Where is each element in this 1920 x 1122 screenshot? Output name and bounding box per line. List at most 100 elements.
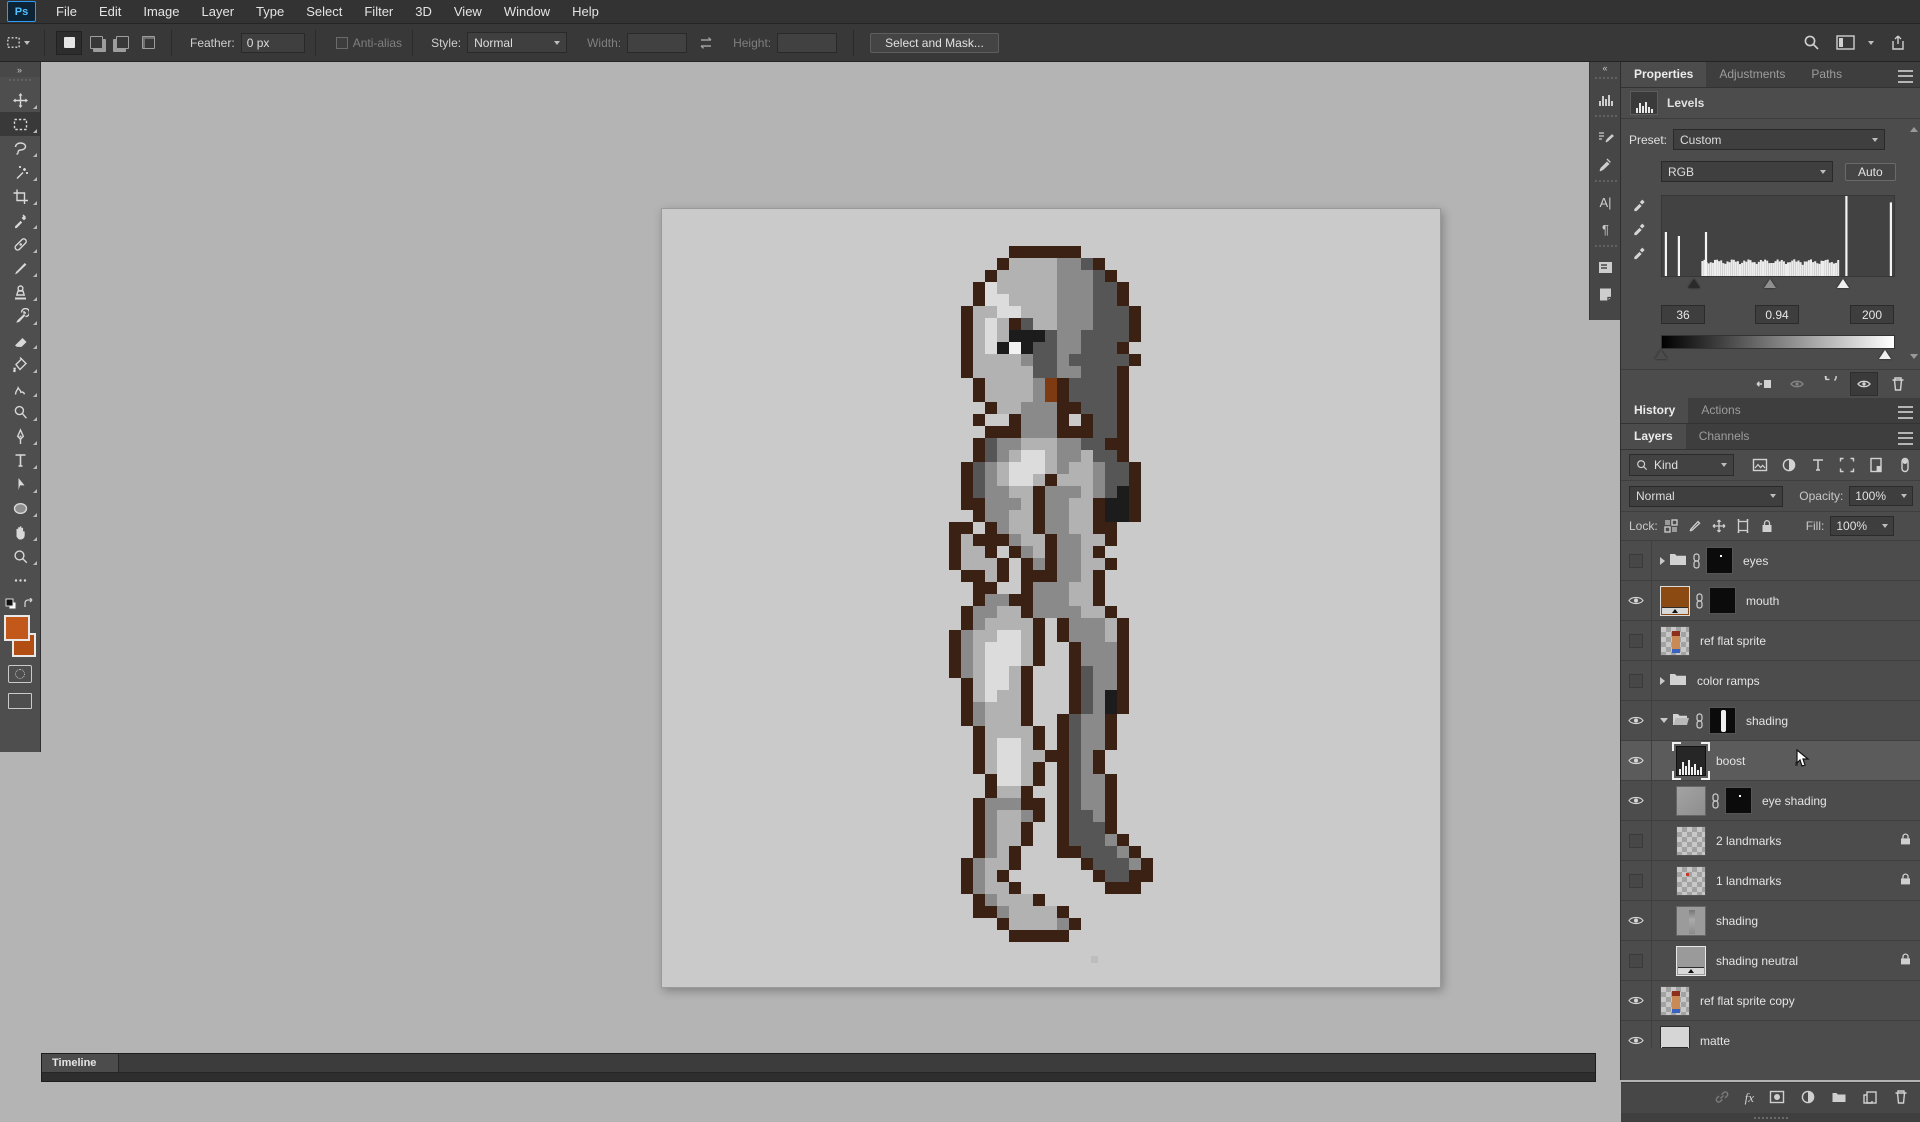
layer-name[interactable]: ref flat sprite copy (1700, 994, 1795, 1008)
visibility-toggle[interactable] (1621, 941, 1652, 980)
intersect-selection-button[interactable] (136, 32, 160, 54)
panel-menu-icon[interactable] (1898, 70, 1913, 83)
style-dropdown[interactable]: Normal (467, 32, 567, 53)
filter-adjustment-layers-icon[interactable] (1781, 457, 1797, 473)
move-tool[interactable] (0, 88, 40, 112)
mask-link[interactable] (1711, 793, 1720, 809)
levels-histogram[interactable] (1661, 195, 1895, 277)
scroll-up-icon[interactable] (1910, 127, 1918, 132)
visibility-toggle[interactable] (1621, 541, 1652, 580)
layer-row-boost-5[interactable]: boost (1621, 741, 1920, 781)
dock-grip[interactable] (1595, 77, 1617, 84)
layer-thumbnail-checker[interactable] (1676, 826, 1706, 856)
brush-settings-panel-button[interactable] (1590, 124, 1621, 151)
opacity-field[interactable]: 100% (1849, 486, 1913, 506)
layer-thumbnail-checker-red[interactable] (1676, 866, 1706, 896)
visibility-toggle[interactable] (1621, 661, 1652, 700)
tab-paths[interactable]: Paths (1798, 62, 1855, 87)
visibility-toggle[interactable] (1621, 861, 1652, 900)
layer-name[interactable]: shading (1716, 914, 1758, 928)
layer-name[interactable]: eye shading (1762, 794, 1827, 808)
layer-thumbnail-checker-sprite[interactable] (1660, 626, 1690, 656)
layer-mask-thumbnail[interactable] (1706, 547, 1733, 574)
lock-artboard-icon[interactable] (1736, 519, 1750, 533)
dock-grip[interactable] (1595, 245, 1617, 252)
delete-layer-button[interactable] (1893, 1089, 1909, 1108)
layer-name[interactable]: 2 landmarks (1716, 834, 1781, 848)
lasso-tool[interactable] (0, 136, 40, 160)
layer-thumbnail-light-ramp[interactable] (1660, 1026, 1690, 1049)
tab-layers[interactable]: Layers (1621, 424, 1686, 449)
menu-type[interactable]: Type (245, 0, 295, 23)
tab-properties[interactable]: Properties (1621, 62, 1706, 87)
input-gamma-slider[interactable] (1764, 279, 1776, 288)
previous-state-button[interactable] (1784, 373, 1810, 395)
visibility-toggle[interactable] (1621, 821, 1652, 860)
history-brush-tool[interactable] (0, 304, 40, 328)
rectangular-marquee-tool[interactable] (0, 112, 40, 136)
layer-mask-thumbnail[interactable] (1725, 787, 1752, 814)
add-layer-mask-button[interactable] (1769, 1089, 1785, 1108)
foreground-color-swatch[interactable] (4, 615, 30, 641)
magic-wand-tool[interactable] (0, 160, 40, 184)
menu-select[interactable]: Select (295, 0, 353, 23)
layer-name[interactable]: 1 landmarks (1716, 874, 1781, 888)
tool-preset-picker[interactable] (0, 31, 34, 55)
quick-mask-button[interactable] (8, 665, 32, 683)
tab-channels[interactable]: Channels (1686, 424, 1763, 449)
photoshop-logo[interactable]: Ps (7, 1, 36, 22)
visibility-toggle[interactable] (1621, 781, 1652, 820)
pen-tool[interactable] (0, 424, 40, 448)
menu-3d[interactable]: 3D (404, 0, 443, 23)
workspace-switcher[interactable] (1836, 35, 1874, 50)
menu-filter[interactable]: Filter (353, 0, 404, 23)
new-adjustment-layer-button[interactable] (1800, 1089, 1816, 1108)
menu-layer[interactable]: Layer (191, 0, 246, 23)
shape-tool[interactable] (0, 496, 40, 520)
filter-smart-objects-icon[interactable] (1868, 457, 1884, 473)
layer-thumbnail-gray-ramp[interactable] (1676, 946, 1706, 976)
input-white-slider[interactable] (1837, 279, 1849, 288)
brushes-panel-button[interactable] (1590, 151, 1621, 178)
tab-actions[interactable]: Actions (1688, 398, 1753, 423)
layer-name[interactable]: shading (1746, 714, 1788, 728)
filter-toggle-icon[interactable] (1897, 457, 1913, 473)
lock-image-icon[interactable] (1688, 519, 1702, 533)
layer-row-eye-shading-6[interactable]: eye shading (1621, 781, 1920, 821)
menu-image[interactable]: Image (132, 0, 190, 23)
layer-mask-thumbnail[interactable] (1709, 707, 1736, 734)
more-tools[interactable] (0, 568, 40, 592)
visibility-toggle[interactable] (1621, 581, 1652, 620)
black-point-eyedropper-icon[interactable] (1632, 197, 1647, 212)
layer-name[interactable]: boost (1716, 754, 1745, 768)
paragraph-panel-button[interactable]: ¶ (1590, 216, 1621, 243)
layer-thumbnail-histogram[interactable] (1676, 746, 1706, 776)
filter-pixel-layers-icon[interactable] (1752, 457, 1768, 473)
auto-button[interactable]: Auto (1845, 163, 1896, 181)
layer-name[interactable]: eyes (1743, 554, 1768, 568)
expand-group-chevron[interactable] (1660, 677, 1665, 685)
visibility-toggle[interactable] (1621, 981, 1652, 1020)
layer-thumbnail-color-ramp[interactable] (1660, 586, 1690, 616)
filter-kind-dropdown[interactable]: Kind (1629, 454, 1734, 476)
lock-position-icon[interactable] (1712, 519, 1726, 533)
layer-row-shading-neutral-10[interactable]: shading neutral (1621, 941, 1920, 981)
dock-collapse-button[interactable]: « (1602, 62, 1608, 75)
white-point-eyedropper-icon[interactable] (1632, 245, 1647, 260)
tab-adjustments[interactable]: Adjustments (1706, 62, 1798, 87)
smudge-tool[interactable] (0, 376, 40, 400)
select-and-mask-button[interactable]: Select and Mask... (870, 33, 999, 53)
add-to-selection-button[interactable] (84, 32, 108, 54)
link-layers-button[interactable] (1714, 1089, 1730, 1108)
toolbar-grip[interactable] (9, 79, 31, 86)
width-input[interactable] (627, 33, 687, 53)
subtract-from-selection-button[interactable] (110, 32, 134, 54)
collapse-group-chevron[interactable] (1660, 718, 1668, 723)
feather-input[interactable]: 0 px (241, 33, 305, 53)
layer-row-shading-4[interactable]: shading (1621, 701, 1920, 741)
menu-help[interactable]: Help (561, 0, 610, 23)
histogram-panel-button[interactable] (1590, 86, 1621, 113)
panel-menu-icon[interactable] (1898, 406, 1913, 419)
lock-all-icon[interactable] (1760, 519, 1774, 533)
filter-type-layers-icon[interactable] (1810, 457, 1826, 473)
